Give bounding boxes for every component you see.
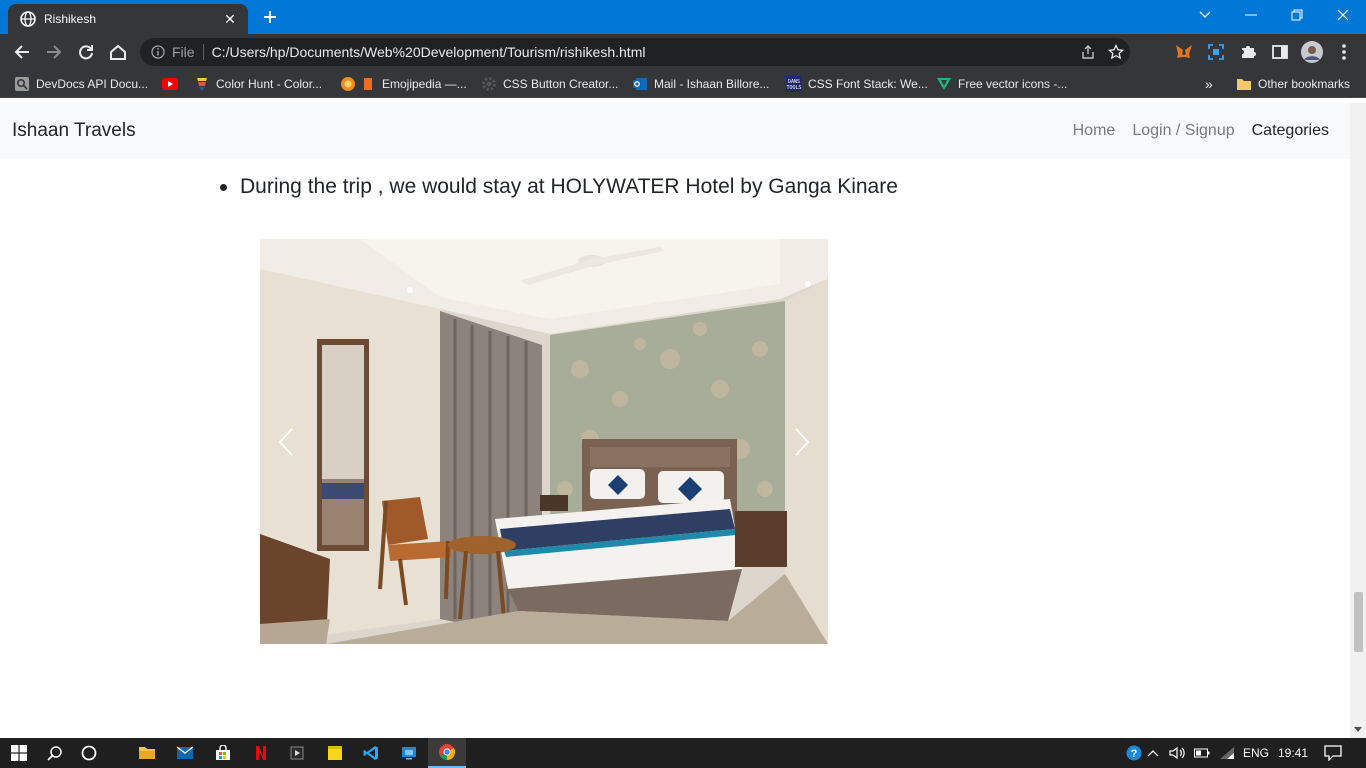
hotel-room-photo xyxy=(260,239,828,644)
youtube-icon xyxy=(162,76,178,92)
bookmark-star-icon[interactable] xyxy=(1102,38,1130,66)
file-explorer-icon[interactable] xyxy=(128,738,166,768)
battery-icon[interactable] xyxy=(1192,738,1212,768)
other-bookmarks-folder[interactable]: Other bookmarks xyxy=(1236,74,1350,94)
book-emoji-icon xyxy=(360,76,376,92)
tab-search-chevron-icon[interactable] xyxy=(1182,0,1228,30)
wifi-icon[interactable] xyxy=(1216,738,1238,768)
forward-arrow-icon[interactable] xyxy=(40,38,68,66)
clock-time[interactable]: 19:41 xyxy=(1272,738,1314,768)
bookmark-color-hunt[interactable]: Color Hunt - Color... xyxy=(194,74,322,94)
extensions-puzzle-icon[interactable] xyxy=(1236,40,1260,64)
url-separator xyxy=(202,44,204,60)
bookmark-outlook-mail[interactable]: Mail - Ishaan Billore... xyxy=(632,74,769,94)
profile-avatar-icon[interactable] xyxy=(1300,40,1324,64)
svg-text:?: ? xyxy=(1131,748,1138,760)
browser-menu-icon[interactable] xyxy=(1332,40,1356,64)
store-icon[interactable] xyxy=(204,738,242,768)
media-app-icon[interactable] xyxy=(278,738,316,768)
notifications-icon[interactable] xyxy=(1320,738,1346,768)
scrollbar-thumb[interactable] xyxy=(1354,592,1363,652)
tab-title: Rishikesh xyxy=(44,12,97,26)
bookmark-free-vector-icons[interactable]: Free vector icons -... xyxy=(936,74,1067,94)
remote-desktop-icon[interactable] xyxy=(390,738,428,768)
devdocs-icon xyxy=(14,76,30,92)
sticky-notes-icon[interactable] xyxy=(316,738,354,768)
hotel-stay-text: During the trip , we would stay at HOLYW… xyxy=(240,175,898,198)
nav-home-link[interactable]: Home xyxy=(1073,122,1116,140)
close-tab-icon[interactable]: ✕ xyxy=(220,9,240,29)
back-arrow-icon[interactable] xyxy=(8,38,36,66)
help-icon[interactable]: ? xyxy=(1124,738,1144,768)
font-stack-icon: DANS TOOLS xyxy=(786,76,802,92)
url-text[interactable]: C:/Users/hp/Documents/Web%20Development/… xyxy=(212,44,1074,60)
mail-icon[interactable] xyxy=(166,738,204,768)
close-window-button[interactable] xyxy=(1320,0,1366,30)
input-language-indicator[interactable]: ENG xyxy=(1240,738,1272,768)
bookmark-css-font-stack[interactable]: DANS TOOLS CSS Font Stack: We... xyxy=(786,74,928,94)
vscode-icon[interactable] xyxy=(352,738,390,768)
side-panel-icon[interactable] xyxy=(1268,40,1292,64)
bookmark-devdocs[interactable]: DevDocs API Docu... xyxy=(14,74,148,94)
page-viewport: Ishaan Travels Home Login / Signup Categ… xyxy=(0,103,1350,738)
browser-tab-rishikesh[interactable]: Rishikesh ✕ xyxy=(8,4,248,34)
svg-text:TOOLS: TOOLS xyxy=(786,85,801,91)
carousel-next-button[interactable] xyxy=(776,239,828,644)
share-icon[interactable] xyxy=(1074,38,1102,66)
reload-icon[interactable] xyxy=(72,38,100,66)
cortana-icon[interactable] xyxy=(70,738,108,768)
netflix-icon[interactable] xyxy=(242,738,280,768)
chevron-right-icon xyxy=(795,427,810,456)
minimize-button[interactable] xyxy=(1228,0,1274,30)
hotel-image-carousel xyxy=(260,239,828,644)
metamask-icon[interactable] xyxy=(1172,40,1196,64)
more-bookmarks-button[interactable]: » xyxy=(1205,74,1213,94)
list-item: During the trip , we would stay at HOLYW… xyxy=(220,175,898,199)
chevron-left-icon xyxy=(278,427,293,456)
address-bar[interactable]: File C:/Users/hp/Documents/Web%20Develop… xyxy=(140,38,1130,66)
site-nav-links: Home Login / Signup Categories xyxy=(1073,122,1329,140)
url-scheme-label: File xyxy=(172,44,195,60)
nav-categories-link[interactable]: Categories xyxy=(1252,122,1329,140)
gear-icon xyxy=(481,76,497,92)
carousel-prev-button[interactable] xyxy=(260,239,312,644)
site-navbar: Ishaan Travels Home Login / Signup Categ… xyxy=(0,103,1350,159)
chrome-taskbar-icon[interactable] xyxy=(428,738,466,768)
search-icon[interactable] xyxy=(36,738,74,768)
restore-button[interactable] xyxy=(1274,0,1320,30)
bullet-dot xyxy=(220,183,227,191)
vector-icon xyxy=(936,76,952,92)
outlook-icon xyxy=(632,76,648,92)
screenshot-extension-icon[interactable] xyxy=(1204,40,1228,64)
bookmark-emojipedia[interactable]: Emojipedia —... xyxy=(340,74,467,94)
site-brand[interactable]: Ishaan Travels xyxy=(12,120,136,142)
bookmark-css-button-creator[interactable]: CSS Button Creator... xyxy=(481,74,618,94)
color-hunt-icon xyxy=(194,76,210,92)
nav-login-link[interactable]: Login / Signup xyxy=(1132,122,1234,140)
new-tab-button[interactable] xyxy=(258,6,282,28)
page-scrollbar[interactable] xyxy=(1350,103,1366,738)
folder-icon xyxy=(1236,76,1252,92)
browser-tab-strip: Rishikesh ✕ xyxy=(0,0,1366,34)
bookmark-youtube[interactable] xyxy=(162,74,184,94)
windows-start-icon[interactable] xyxy=(0,738,38,768)
emojipedia-icon xyxy=(340,76,356,92)
home-icon[interactable] xyxy=(104,38,132,66)
volume-icon[interactable] xyxy=(1167,738,1189,768)
bookmarks-bar: DevDocs API Docu... Color Hunt - Color..… xyxy=(0,70,1366,98)
info-icon[interactable] xyxy=(150,44,166,60)
tray-chevron-up-icon[interactable] xyxy=(1146,738,1160,768)
globe-icon xyxy=(20,11,36,27)
browser-toolbar: File C:/Users/hp/Documents/Web%20Develop… xyxy=(0,34,1366,70)
scroll-down-arrow-icon[interactable] xyxy=(1354,725,1362,733)
windows-taskbar: ? ENG 19:41 xyxy=(0,738,1366,768)
